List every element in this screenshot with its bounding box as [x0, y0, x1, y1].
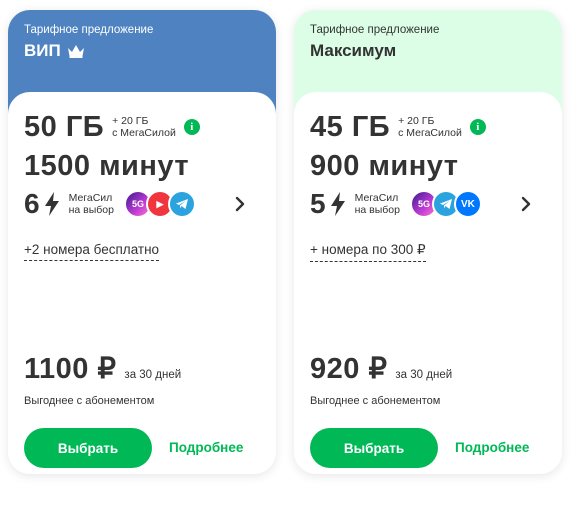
data-bonus-line2: с МегаСилой [398, 127, 462, 139]
megasil-row[interactable]: 5 МегаСил на выбор 5G VK [310, 186, 546, 222]
data-bonus: + 20 ГБ с МегаСилой [398, 115, 462, 139]
details-link[interactable]: Подробнее [455, 440, 529, 455]
card-body: 50 ГБ + 20 ГБ с МегаСилой i 1500 минут 6… [8, 92, 276, 474]
megasil-row[interactable]: 6 МегаСил на выбор 5G ▶ [24, 186, 260, 222]
megasil-count: 6 [24, 188, 40, 219]
select-button[interactable]: Выбрать [310, 428, 438, 468]
tariff-card-maximum: Тарифное предложение Максимум 45 ГБ + 20… [294, 10, 562, 474]
price-row: 920 ₽ за 30 дней [310, 351, 452, 386]
vk-icon: VK [453, 190, 482, 218]
info-icon[interactable]: i [469, 119, 486, 135]
data-allowance: 50 ГБ [24, 110, 105, 143]
subscription-promo: Выгоднее с абонементом [310, 395, 441, 407]
data-allowance-row: 50 ГБ + 20 ГБ с МегаСилой i [24, 108, 260, 146]
chevron-right-icon[interactable] [234, 195, 246, 213]
megasil-label: МегаСил на выбор [69, 192, 114, 216]
price-period: за 30 дней [124, 369, 182, 381]
megasil-label-line2: на выбор [354, 204, 400, 216]
data-allowance-row: 45 ГБ + 20 ГБ с МегаСилой i [310, 108, 546, 146]
lightning-icon [44, 192, 59, 216]
megasil-count: 5 [310, 188, 326, 219]
plan-name-row: ВИП [24, 40, 260, 62]
select-button[interactable]: Выбрать [24, 428, 152, 468]
data-bonus-line1: + 20 ГБ [398, 115, 435, 127]
minutes-allowance: 1500 минут [24, 150, 190, 182]
price-period: за 30 дней [395, 369, 453, 381]
price: 920 ₽ [310, 353, 388, 385]
megasil-label-line2: на выбор [68, 204, 114, 216]
details-link[interactable]: Подробнее [169, 440, 243, 455]
plan-name: Максимум [310, 41, 397, 60]
extra-numbers-link[interactable]: + номера по 300 ₽ [310, 242, 426, 262]
megasil-label-line1: МегаСил [68, 192, 113, 204]
data-allowance: 45 ГБ [310, 110, 391, 143]
info-icon[interactable]: i [183, 119, 200, 135]
megasil-label: МегаСил на выбор [355, 192, 400, 216]
price: 1100 ₽ [24, 353, 117, 385]
subscription-promo: Выгоднее с абонементом [24, 395, 155, 407]
chevron-right-icon[interactable] [520, 195, 532, 213]
minutes-allowance: 900 минут [310, 150, 459, 182]
data-bonus: + 20 ГБ с МегаСилой [112, 115, 176, 139]
data-bonus-line1: + 20 ГБ [112, 115, 149, 127]
plan-name-row: Максимум [310, 40, 546, 62]
card-body: 45 ГБ + 20 ГБ с МегаСилой i 900 минут 5 … [294, 92, 562, 474]
tariff-eyebrow: Тарифное предложение [310, 24, 440, 36]
data-bonus-line2: с МегаСилой [112, 127, 176, 139]
crown-icon [67, 45, 84, 58]
lightning-icon [330, 192, 345, 216]
megasil-label-line1: МегаСил [354, 192, 399, 204]
app-icons: 5G VK [409, 190, 482, 218]
extra-numbers-link[interactable]: +2 номера бесплатно [24, 242, 160, 261]
tariff-card-vip: Тарифное предложение ВИП 50 ГБ + 20 ГБ с… [8, 10, 276, 474]
plan-name: ВИП [24, 41, 61, 60]
app-icons: 5G ▶ [123, 190, 196, 218]
telegram-icon [167, 190, 196, 218]
price-row: 1100 ₽ за 30 дней [24, 351, 181, 386]
tariff-eyebrow: Тарифное предложение [24, 24, 154, 36]
